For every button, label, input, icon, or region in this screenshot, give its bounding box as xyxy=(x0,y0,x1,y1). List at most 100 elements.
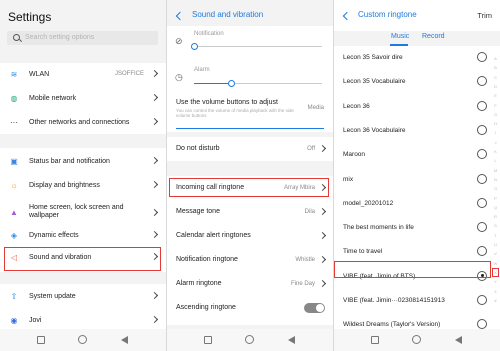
ringtone-list-item[interactable]: mix xyxy=(334,168,494,192)
calendar-alert-ringtones-row[interactable]: Calendar alert ringtones xyxy=(167,224,333,248)
brightness-icon: ☼ xyxy=(10,181,18,190)
alphabet-index-letter[interactable]: N xyxy=(492,177,499,182)
home-icon[interactable] xyxy=(245,335,254,344)
alphabet-index-letter[interactable]: C xyxy=(492,75,499,80)
ringtone-list-item[interactable]: VIBE (feat. Jimin···0230814151913 xyxy=(334,289,494,313)
alphabet-index-letter[interactable]: A xyxy=(492,56,499,61)
alphabet-index-letter[interactable]: P xyxy=(492,196,499,201)
alphabet-index-letter[interactable]: L xyxy=(492,158,499,163)
alphabet-index-letter[interactable]: U xyxy=(492,242,499,247)
settings-item-dynamic-effects[interactable]: ◈ Dynamic effects xyxy=(0,226,166,246)
recent-apps-icon[interactable] xyxy=(37,336,45,344)
radio-unselected-icon[interactable] xyxy=(477,246,487,257)
radio-unselected-icon[interactable] xyxy=(477,295,487,305)
ringtone-list-item[interactable]: Maroon xyxy=(334,143,494,167)
alarm-ringtone-row[interactable]: Alarm ringtone Fine Day xyxy=(167,272,333,296)
ringtone-list-item[interactable]: Lecon 36 Vocabulaire xyxy=(334,119,494,143)
tab-music[interactable]: Music xyxy=(391,33,409,40)
ringtone-name: Wildest Dreams (Taylor's Version) xyxy=(343,321,441,329)
alphabet-index-letter[interactable]: D xyxy=(492,84,499,89)
alphabet-index-letter[interactable]: G xyxy=(492,112,499,117)
alphabet-index-letter[interactable]: S xyxy=(492,223,499,228)
search-input[interactable]: Search setting options xyxy=(7,31,158,45)
alarm-slider-fill xyxy=(194,83,231,84)
back-icon[interactable] xyxy=(121,336,128,344)
ascending-ringtone-toggle[interactable] xyxy=(304,303,325,313)
alarm-slider[interactable] xyxy=(194,80,322,87)
alphabet-index-letter[interactable]: F xyxy=(492,103,499,108)
alphabet-index-letter[interactable]: W xyxy=(492,261,499,266)
alphabet-index-letter[interactable]: Q xyxy=(492,205,499,210)
radio-unselected-icon[interactable] xyxy=(477,319,487,330)
ringtone-list-item[interactable]: Lecon 36 xyxy=(334,95,494,119)
home-icon[interactable] xyxy=(78,335,87,344)
alphabet-index-letter[interactable]: T xyxy=(492,233,499,238)
ringtone-list-item[interactable]: The best moments in life xyxy=(334,216,494,240)
alphabet-index-letter[interactable]: J xyxy=(492,140,499,145)
home-icon[interactable] xyxy=(412,335,421,344)
radio-unselected-icon[interactable] xyxy=(477,100,487,111)
volume-buttons-subtitle: You can control the volume of media play… xyxy=(176,108,294,118)
ringtone-list-item[interactable]: model_20201012 xyxy=(334,192,494,216)
radio-unselected-icon[interactable] xyxy=(477,222,487,233)
settings-item-wallpaper[interactable]: ▲ Home screen, lock screen and wallpaper xyxy=(0,201,166,225)
settings-item-wlan[interactable]: ≋ WLAN JSOFFICE xyxy=(0,65,166,85)
volume-section-underline xyxy=(176,128,324,129)
notification-slider[interactable] xyxy=(191,43,322,50)
volume-buttons-value[interactable]: Media xyxy=(308,105,324,111)
settings-item-system-update[interactable]: ⇧ System update xyxy=(0,287,166,307)
alphabet-index-letter[interactable]: H xyxy=(492,121,499,126)
trim-button[interactable]: Trim xyxy=(477,11,492,20)
settings-item-mobile-network[interactable]: ◍ Mobile network xyxy=(0,89,166,109)
ringtone-name: Lecon 36 xyxy=(343,102,370,110)
settings-item-other-networks[interactable]: ⋯ Other networks and connections xyxy=(0,113,166,133)
alphabet-index-letter[interactable]: Z xyxy=(492,289,499,294)
do-not-disturb-row[interactable]: Do not disturb Off xyxy=(167,137,333,161)
radio-unselected-icon[interactable] xyxy=(477,76,487,87)
back-arrow-icon[interactable] xyxy=(175,11,185,21)
back-arrow-icon[interactable] xyxy=(342,11,352,21)
ringtone-name: Lecon 36 Vocabulaire xyxy=(343,126,406,134)
chevron-right-icon xyxy=(150,291,159,300)
radio-unselected-icon[interactable] xyxy=(477,52,487,62)
alphabet-index-letter[interactable]: E xyxy=(492,93,499,98)
alphabet-index-letter[interactable]: B xyxy=(492,65,499,70)
settings-item-status-bar[interactable]: ▣ Status bar and notification xyxy=(0,152,166,172)
row-value: Whistle xyxy=(295,256,315,263)
alphabet-index-letter[interactable]: I xyxy=(492,130,499,135)
alphabet-index-letter[interactable]: M xyxy=(492,168,499,173)
back-icon[interactable] xyxy=(455,336,462,344)
chevron-right-icon xyxy=(150,230,159,239)
back-icon[interactable] xyxy=(288,336,295,344)
alphabet-index-letter[interactable]: Y xyxy=(492,279,499,284)
settings-item-label: Home screen, lock screen and wallpaper xyxy=(29,204,124,219)
settings-item-display[interactable]: ☼ Display and brightness xyxy=(0,176,166,196)
recent-apps-icon[interactable] xyxy=(371,336,379,344)
alphabet-index-letter[interactable]: O xyxy=(492,186,499,191)
radio-unselected-icon[interactable] xyxy=(477,197,487,208)
message-tone-row[interactable]: Message tone Dila xyxy=(167,200,333,224)
tab-record[interactable]: Record xyxy=(422,33,445,40)
notification-ringtone-row[interactable]: Notification ringtone Whistle xyxy=(167,248,333,272)
chevron-right-icon xyxy=(318,279,327,288)
row-label: Do not disturb xyxy=(176,145,220,152)
alarm-slider-knob[interactable] xyxy=(228,80,235,87)
radio-unselected-icon[interactable] xyxy=(477,124,487,135)
ringtone-list-item[interactable]: Lecon 35 Savoir dire xyxy=(334,46,494,70)
jovi-icon: ◉ xyxy=(10,316,18,325)
highlight-selected-ringtone xyxy=(334,261,491,278)
settings-item-jovi[interactable]: ◉ Jovi xyxy=(0,311,166,331)
alphabet-index-letter[interactable]: R xyxy=(492,214,499,219)
alphabet-index-letter[interactable]: K xyxy=(492,149,499,154)
radio-unselected-icon[interactable] xyxy=(477,149,487,160)
alphabet-index-letter[interactable]: V xyxy=(492,251,499,256)
recent-apps-icon[interactable] xyxy=(204,336,212,344)
notification-slider-knob[interactable] xyxy=(191,43,198,50)
alarm-clock-icon: ◷ xyxy=(175,72,183,82)
system-nav-bar xyxy=(167,329,333,351)
ringtone-list-item[interactable]: Lecon 35 Vocabulaire xyxy=(334,70,494,94)
radio-unselected-icon[interactable] xyxy=(477,173,487,184)
alphabet-index-letter[interactable]: # xyxy=(492,298,499,303)
row-label: Notification ringtone xyxy=(176,256,238,263)
ringtone-name: model_20201012 xyxy=(343,199,394,207)
